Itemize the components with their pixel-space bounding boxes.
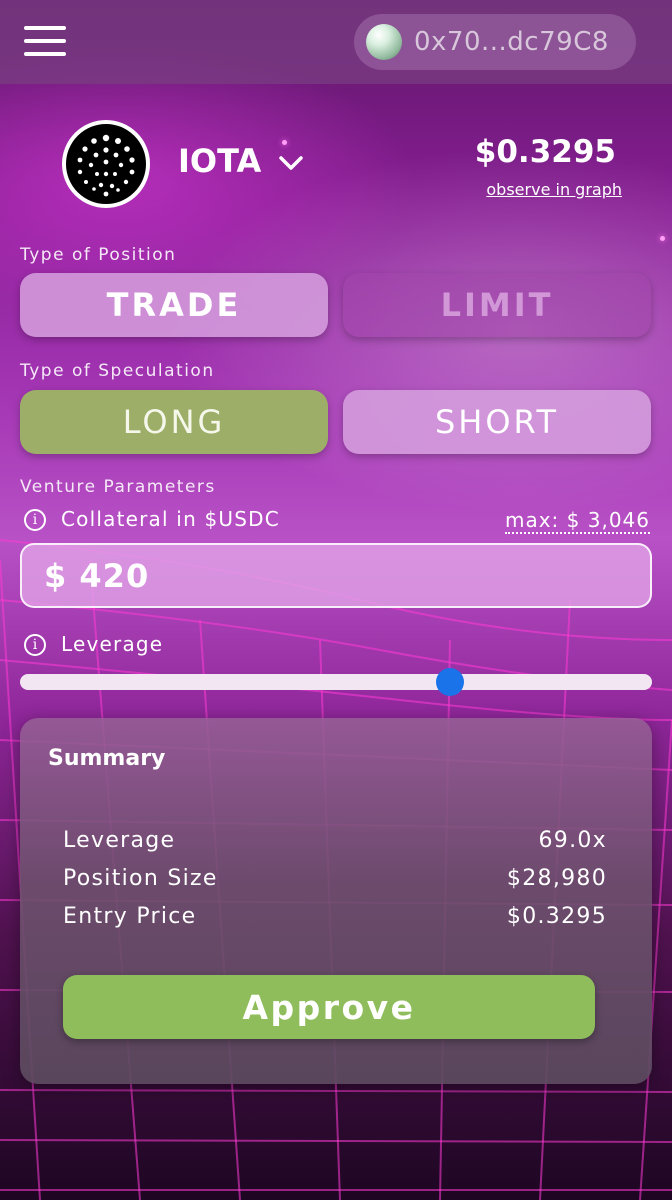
summary-row-label: Leverage (63, 828, 176, 853)
summary-row-label: Entry Price (63, 904, 197, 929)
star-decoration (282, 140, 287, 145)
summary-title: Summary (48, 746, 166, 771)
collateral-input[interactable]: $ 420 (20, 543, 652, 608)
position-type-label: Type of Position (20, 245, 177, 265)
info-icon[interactable]: i (24, 509, 46, 531)
wallet-avatar-icon (366, 24, 402, 60)
token-price: $0.3295 (474, 134, 616, 170)
summary-row-value: $28,980 (506, 866, 607, 891)
summary-panel: Summary Leverage 69.0x Position Size $28… (20, 718, 652, 1084)
limit-button[interactable]: LIMIT (343, 273, 651, 337)
summary-row-entry-price: Entry Price $0.3295 (63, 904, 607, 929)
summary-row-label: Position Size (63, 866, 218, 891)
token-selector[interactable]: IOTA (178, 142, 261, 180)
collateral-label: Collateral in $USDC (61, 507, 280, 531)
speculation-type-label: Type of Speculation (20, 361, 215, 381)
wallet-address: 0x70...dc79C8 (414, 27, 609, 57)
info-icon[interactable]: i (24, 634, 46, 656)
star-decoration (660, 236, 665, 241)
leverage-slider[interactable] (20, 674, 652, 690)
summary-row-value: 69.0x (538, 828, 607, 853)
short-button[interactable]: SHORT (343, 390, 651, 454)
leverage-slider-thumb[interactable] (435, 668, 464, 696)
venture-parameters-label: Venture Parameters (20, 477, 216, 497)
summary-row-position-size: Position Size $28,980 (63, 866, 607, 891)
summary-row-value: $0.3295 (506, 904, 607, 929)
iota-logo-icon (62, 120, 150, 208)
observe-in-graph-link[interactable]: observe in graph (486, 180, 622, 199)
summary-row-leverage: Leverage 69.0x (63, 828, 607, 853)
wallet-button[interactable]: 0x70...dc79C8 (354, 14, 636, 70)
menu-icon[interactable] (24, 26, 68, 58)
trade-button[interactable]: TRADE (20, 273, 328, 337)
top-bar: 0x70...dc79C8 (0, 0, 672, 84)
chevron-down-icon[interactable] (276, 148, 306, 178)
leverage-label: Leverage (61, 632, 164, 656)
approve-button[interactable]: Approve (63, 975, 595, 1039)
max-collateral-link[interactable]: max: $ 3,046 (504, 508, 650, 534)
long-button[interactable]: LONG (20, 390, 328, 454)
